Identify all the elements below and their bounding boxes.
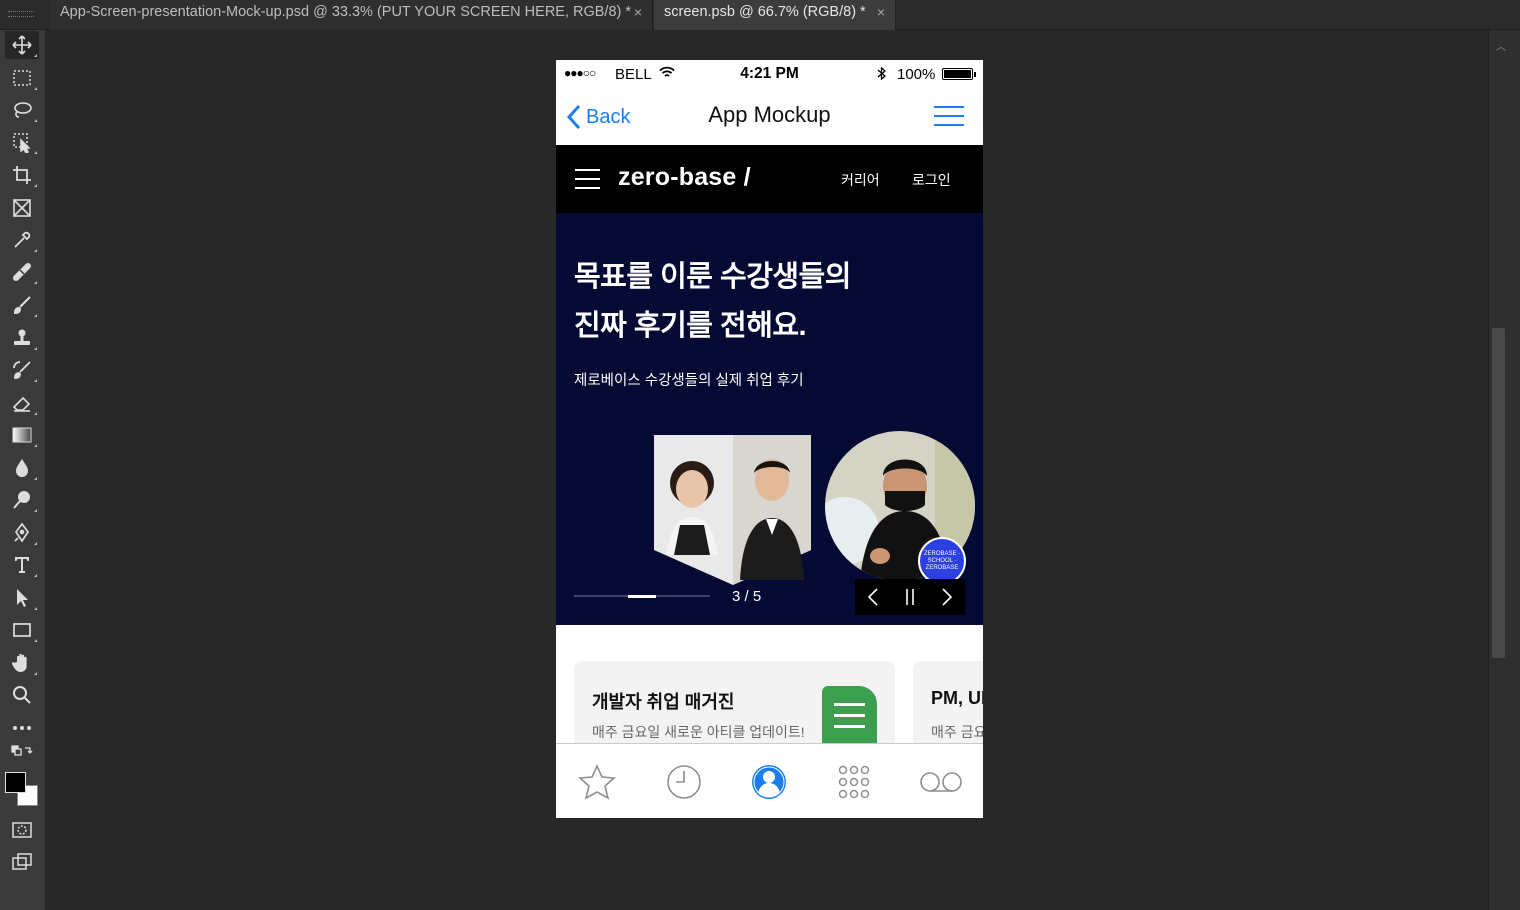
battery-icon bbox=[942, 68, 976, 80]
hero-headline: 목표를 이룬 수강생들의 진짜 후기를 전해요. bbox=[574, 253, 851, 351]
pen-tool-icon[interactable] bbox=[5, 519, 39, 547]
lasso-tool-icon[interactable] bbox=[5, 96, 39, 124]
card-dev-magazine[interactable]: 개발자 취업 매거진 매주 금요일 새로운 아티클 업데이트! bbox=[574, 661, 895, 743]
scrollbar-thumb[interactable] bbox=[1492, 328, 1505, 658]
hero-headline-line1: 목표를 이룬 수강생들의 bbox=[574, 261, 851, 293]
frame-tool-icon[interactable] bbox=[5, 194, 39, 222]
hero-headline-line2: 진짜 후기를 전해요. bbox=[574, 310, 807, 342]
card-title: PM, UI bbox=[931, 688, 983, 708]
bluetooth-icon bbox=[877, 66, 887, 85]
close-tab-icon[interactable]: × bbox=[877, 0, 885, 24]
battery-percentage: 100% bbox=[897, 66, 936, 83]
cards-row: 개발자 취업 매거진 매주 금요일 새로운 아티클 업데이트! PM, UI 매… bbox=[556, 625, 983, 743]
previous-slide-button[interactable] bbox=[855, 579, 892, 615]
dodge-tool-icon[interactable] bbox=[5, 486, 39, 514]
screen-mode-icon[interactable] bbox=[5, 848, 39, 876]
hand-tool-icon[interactable] bbox=[5, 649, 39, 677]
document-icon bbox=[822, 686, 877, 743]
card-pm-ui[interactable]: PM, UI 매주 금요 bbox=[913, 661, 983, 743]
navigation-title: App Mockup bbox=[708, 102, 831, 127]
scroll-up-icon[interactable]: ︿ bbox=[1496, 38, 1506, 53]
site-logo[interactable]: zero-base / bbox=[618, 163, 751, 192]
site-header: zero-base / 커리어 로그인 bbox=[556, 145, 983, 213]
app-navigation-bar: Back App Mockup bbox=[556, 88, 983, 145]
voicemail-icon[interactable] bbox=[919, 762, 963, 802]
student-photo-pair bbox=[654, 435, 811, 585]
type-tool-icon[interactable] bbox=[5, 551, 39, 579]
star-icon[interactable] bbox=[577, 762, 617, 802]
card-subtitle: 매주 금요 bbox=[931, 724, 983, 740]
document-tab-screen[interactable]: screen.psb @ 66.7% (RGB/8) * × bbox=[654, 0, 896, 30]
more-tools-icon[interactable] bbox=[5, 714, 39, 742]
crop-tool-icon[interactable] bbox=[5, 161, 39, 189]
eraser-tool-icon[interactable] bbox=[5, 389, 39, 417]
healing-brush-tool-icon[interactable] bbox=[5, 258, 39, 286]
status-bar: ●●●○○ BELL 4:21 PM 100% bbox=[556, 60, 983, 88]
swap-colors-icon[interactable] bbox=[5, 743, 39, 761]
document-tab-label: screen.psb @ 66.7% (RGB/8) * bbox=[664, 4, 866, 20]
document-tab-bar: App-Screen-presentation-Mock-up.psd @ 33… bbox=[0, 0, 1520, 30]
card-title: 개발자 취업 매거진 bbox=[592, 692, 735, 712]
panel-grip[interactable] bbox=[8, 11, 34, 17]
nav-link-login[interactable]: 로그인 bbox=[912, 170, 951, 190]
brush-tool-icon[interactable] bbox=[5, 291, 39, 319]
hamburger-menu-icon[interactable] bbox=[934, 106, 964, 128]
nav-link-career[interactable]: 커리어 bbox=[841, 170, 880, 190]
quick-mask-icon[interactable] bbox=[5, 816, 39, 844]
rectangle-tool-icon[interactable] bbox=[5, 616, 39, 644]
hero-carousel: 목표를 이룬 수강생들의 진짜 후기를 전해요. 제로베이스 수강생들의 실제 … bbox=[556, 213, 983, 625]
path-select-tool-icon[interactable] bbox=[5, 584, 39, 612]
carousel-controls bbox=[855, 579, 965, 615]
object-select-tool-icon[interactable] bbox=[5, 128, 39, 156]
history-brush-tool-icon[interactable] bbox=[5, 356, 39, 384]
zoom-tool-icon[interactable] bbox=[5, 681, 39, 709]
pause-slide-button[interactable] bbox=[892, 579, 929, 615]
carousel-counter: 3 / 5 bbox=[732, 588, 762, 605]
tools-panel bbox=[0, 30, 46, 910]
carousel-progress-bar bbox=[574, 594, 710, 598]
zerobase-school-badge: ZEROBASE · SCHOOL · ZEROBASE bbox=[918, 537, 966, 585]
marquee-tool-icon[interactable] bbox=[5, 64, 39, 92]
card-subtitle: 매주 금요일 새로운 아티클 업데이트! bbox=[592, 724, 805, 740]
vertical-scrollbar[interactable]: ︿ bbox=[1488, 30, 1520, 910]
gradient-tool-icon[interactable] bbox=[5, 421, 39, 449]
clone-stamp-tool-icon[interactable] bbox=[5, 324, 39, 352]
phone-screen: ●●●○○ BELL 4:21 PM 100% Back App Mockup … bbox=[556, 60, 983, 818]
close-tab-icon[interactable]: × bbox=[634, 0, 642, 24]
foreground-color-swatch[interactable] bbox=[5, 772, 26, 793]
carousel-progress-fill bbox=[628, 594, 656, 598]
ios-tab-bar bbox=[556, 743, 983, 818]
site-menu-icon[interactable] bbox=[575, 169, 600, 189]
blur-tool-icon[interactable] bbox=[5, 454, 39, 482]
eyedropper-tool-icon[interactable] bbox=[5, 226, 39, 254]
hero-subtitle: 제로베이스 수강생들의 실제 취업 후기 bbox=[574, 373, 804, 389]
document-tab-mockup[interactable]: App-Screen-presentation-Mock-up.psd @ 33… bbox=[50, 0, 653, 30]
move-tool-icon[interactable] bbox=[5, 31, 39, 59]
keypad-icon[interactable] bbox=[834, 762, 874, 802]
clock-icon[interactable] bbox=[664, 762, 704, 802]
next-slide-button[interactable] bbox=[928, 579, 965, 615]
contact-icon[interactable] bbox=[749, 762, 789, 802]
document-tab-label: App-Screen-presentation-Mock-up.psd @ 33… bbox=[60, 4, 632, 20]
